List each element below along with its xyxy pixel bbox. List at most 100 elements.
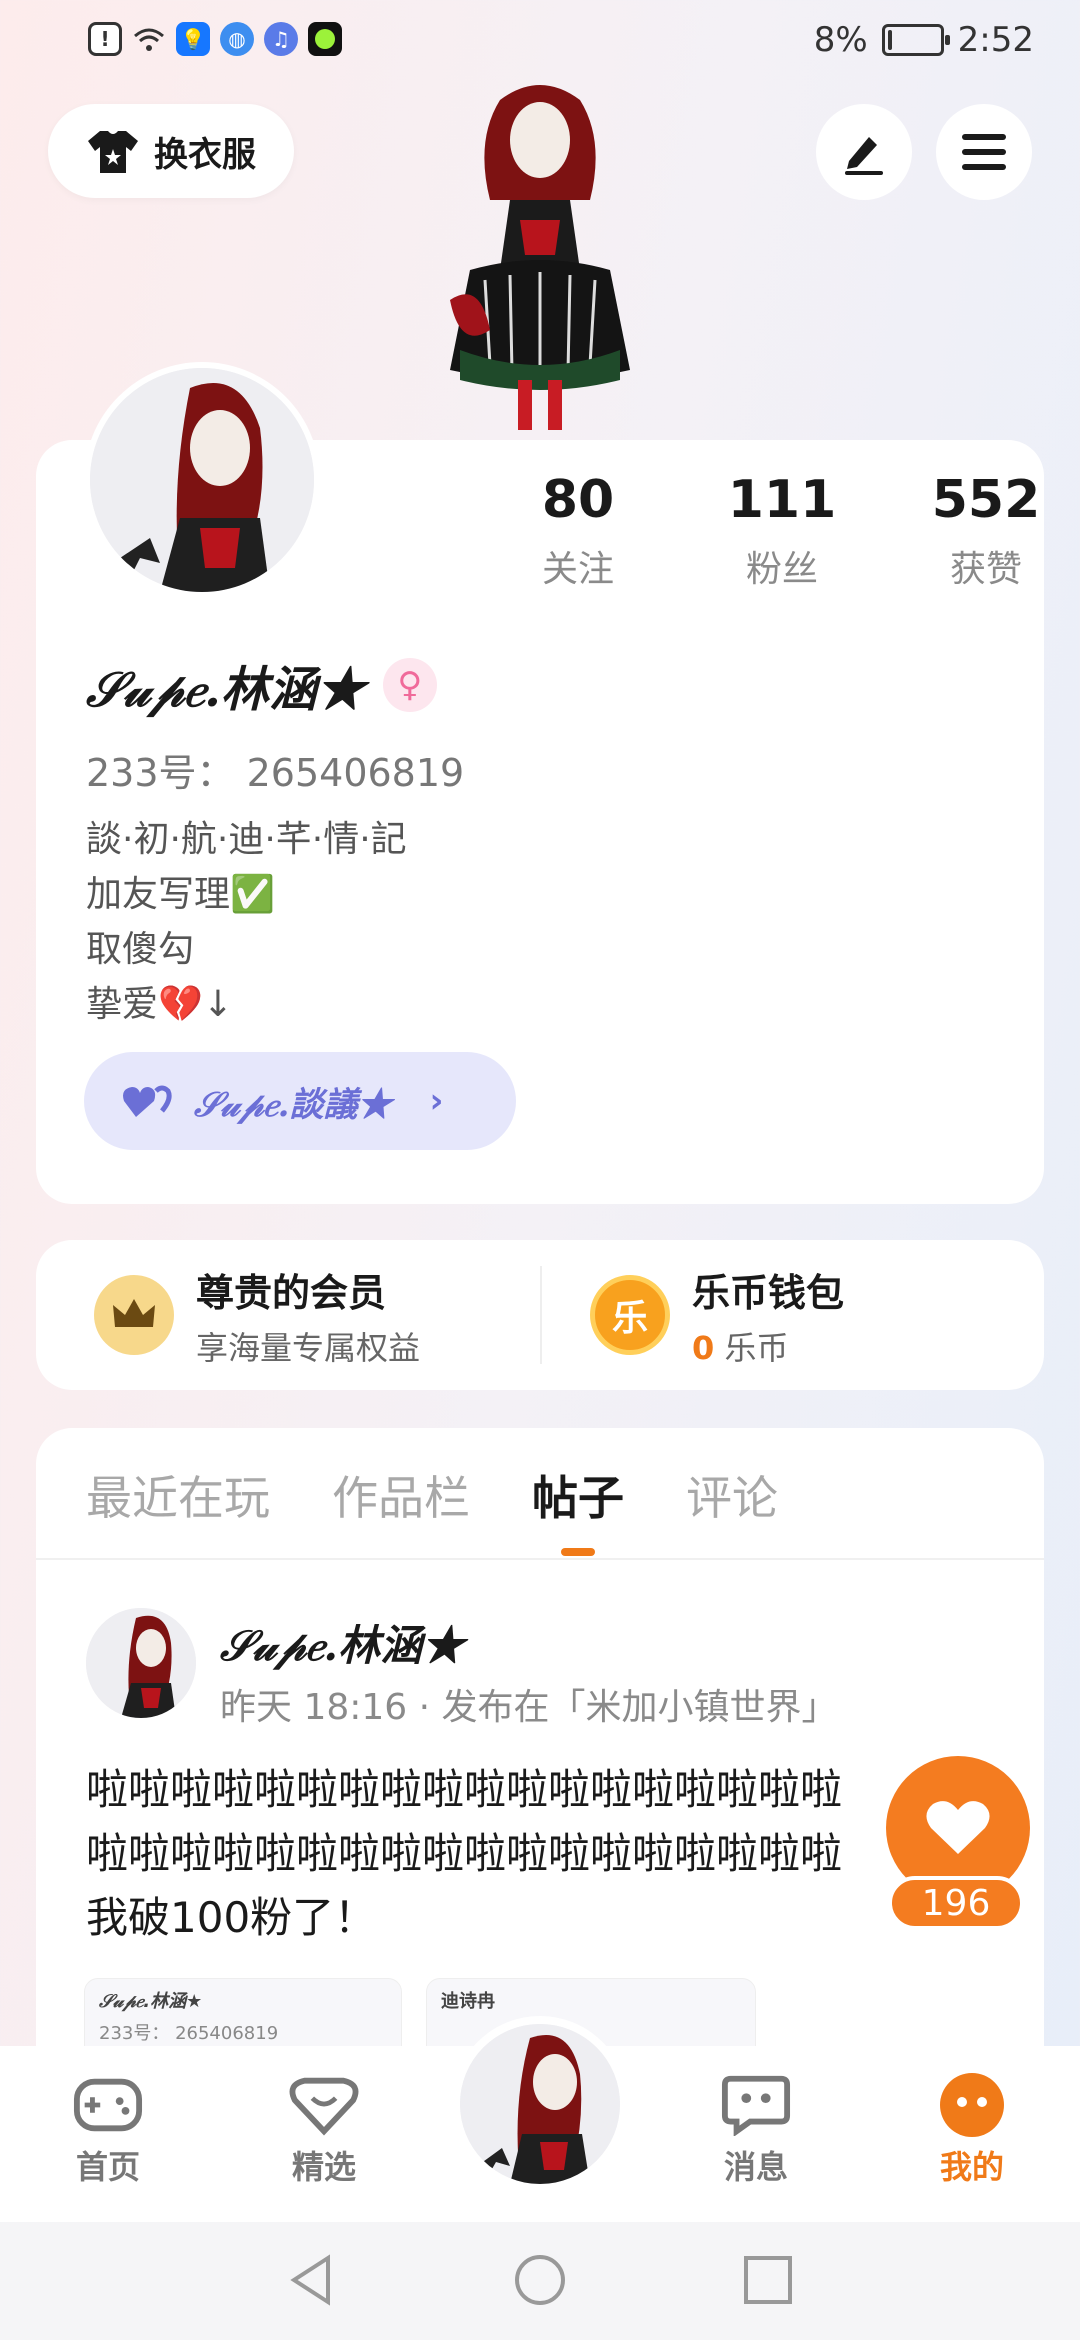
alert-icon: ! [88, 22, 122, 56]
nav-label: 我的 [939, 2148, 1004, 2186]
active-tab-indicator [561, 1548, 595, 1556]
nav-featured[interactable]: 精选 [254, 2074, 394, 2188]
nav-label: 消息 [723, 2148, 788, 2186]
menu-button[interactable] [936, 104, 1032, 200]
wallet-title: 乐币钱包 [692, 1270, 845, 1315]
relationship-tag-label: 𝒮𝓊𝓅𝑒.談議★ [194, 1084, 392, 1125]
divider [540, 1266, 542, 1364]
bulb-app-icon: 💡 [176, 22, 210, 56]
avatar-portrait-image [86, 1608, 196, 1718]
gamepad-icon [73, 2074, 143, 2136]
back-icon[interactable] [284, 2252, 340, 2308]
hamburger-icon [962, 134, 1006, 170]
like-count: 196 [888, 1876, 1024, 1930]
username-row: 𝒮𝓊𝓅𝑒.林涵★ ♀ [86, 650, 437, 720]
coin-icon-text: 乐 [611, 1298, 648, 1339]
vip-member-entry[interactable]: 尊贵的会员 享海量专属权益 [94, 1240, 420, 1390]
face-icon [937, 2073, 1007, 2137]
avatar-character-figure[interactable] [430, 80, 650, 440]
thumbnail-text: 迪诗冉 [441, 1991, 495, 2012]
vip-subtitle: 享海量专属权益 [196, 1328, 421, 1367]
nav-me[interactable]: 我的 [902, 2073, 1042, 2188]
profile-tabs: 最近在玩 作品栏 帖子 评论 [86, 1462, 778, 1556]
post-line: 啦啦啦啦啦啦啦啦啦啦啦啦啦啦啦啦啦啦 [86, 1765, 843, 1814]
avatar-portrait-image [90, 368, 314, 592]
bio: 談·初·航·迪·芊·情·記 加友写理✅ 取傻勾 挚爱💔↓ [86, 812, 407, 1032]
post-author-name[interactable]: 𝒮𝓊𝓅𝑒.林涵★ [220, 1612, 464, 1673]
recents-icon[interactable] [740, 2252, 796, 2308]
status-right: 8% 2:52 [814, 20, 1034, 60]
vip-title: 尊贵的会员 [196, 1270, 387, 1315]
wallet-entry[interactable]: 乐 乐币钱包 0 乐币 [590, 1240, 844, 1390]
tab-works[interactable]: 作品栏 [332, 1462, 470, 1528]
tab-label: 评论 [686, 1471, 778, 1525]
bio-line: 加友写理✅ [86, 874, 275, 915]
nav-messages[interactable]: 消息 [686, 2074, 826, 2188]
divider [36, 1558, 1044, 1560]
bio-line: 取傻勾 [86, 929, 195, 970]
member-wallet-card: 尊贵的会员 享海量专属权益 乐 乐币钱包 0 乐币 [36, 1240, 1044, 1390]
username: 𝒮𝓊𝓅𝑒.林涵★ [86, 662, 365, 718]
stat-value: 552 [931, 470, 1041, 530]
thumbnail-text: 𝒮𝓊𝓅𝑒.林涵★ [99, 1991, 203, 2012]
nav-label: 首页 [75, 2148, 140, 2186]
stat-likes[interactable]: 552 获赞 [884, 470, 1080, 592]
globe-app-icon: ◍ [220, 22, 254, 56]
crown-icon [94, 1275, 174, 1355]
stat-label: 关注 [541, 549, 614, 590]
nav-home[interactable]: 首页 [38, 2074, 178, 2188]
female-gender-icon: ♀ [382, 658, 437, 712]
thumbnail-text: 233号： 265406819 [99, 2023, 279, 2044]
profile-avatar[interactable] [84, 362, 320, 598]
wifi-icon [132, 22, 166, 56]
battery-percent: 8% [813, 20, 868, 60]
music-app-icon: ♫ [264, 22, 298, 56]
stat-following[interactable]: 80 关注 [476, 470, 680, 592]
stat-value: 111 [727, 470, 837, 530]
heart-chat-icon [289, 2074, 359, 2136]
tab-label: 作品栏 [332, 1471, 470, 1525]
post-line: 啦啦啦啦啦啦啦啦啦啦啦啦啦啦啦啦啦啦 [86, 1829, 843, 1878]
tab-recently-played[interactable]: 最近在玩 [86, 1462, 270, 1528]
relationship-tag-button[interactable]: 𝒮𝓊𝓅𝑒.談議★ › [84, 1052, 516, 1150]
post-content[interactable]: 啦啦啦啦啦啦啦啦啦啦啦啦啦啦啦啦啦啦 啦啦啦啦啦啦啦啦啦啦啦啦啦啦啦啦啦啦 我破… [86, 1758, 946, 1950]
battery-level [887, 30, 892, 50]
pen-icon [845, 137, 883, 175]
battery-icon [881, 24, 950, 56]
green-app-icon [308, 22, 342, 56]
status-bar: ! 💡 ◍ ♫ 8% 2:52 [0, 0, 1080, 84]
tab-label: 帖子 [532, 1471, 624, 1525]
post-meta: 昨天 18:16 · 发布在「米加小镇世界」 [220, 1687, 838, 1728]
coin-value: 0 [692, 1328, 715, 1367]
profile-stats: 80 关注 111 粉丝 552 获赞 [476, 470, 1080, 592]
bio-line: 談·初·航·迪·芊·情·記 [86, 819, 407, 860]
stat-value: 80 [541, 470, 615, 530]
nav-label: 精选 [291, 2148, 356, 2186]
double-heart-icon [123, 1085, 172, 1117]
coin-unit: 乐币 [724, 1328, 789, 1367]
clock: 2:52 [957, 20, 1034, 60]
system-nav-bar [0, 2222, 1080, 2340]
change-outfit-label: 换衣服 [154, 134, 256, 175]
coin-icon: 乐 [590, 1275, 670, 1355]
tab-posts[interactable]: 帖子 [532, 1462, 624, 1556]
tab-label: 最近在玩 [86, 1471, 270, 1525]
heart-icon [926, 1801, 990, 1854]
post-line: 我破100粉了！ [86, 1893, 377, 1942]
tab-comments[interactable]: 评论 [686, 1462, 778, 1528]
avatar-center-button[interactable] [452, 2016, 628, 2192]
change-outfit-button[interactable]: 换衣服 [48, 104, 294, 198]
wallet-balance: 0 乐币 [692, 1323, 844, 1369]
post-author-avatar[interactable] [86, 1608, 196, 1718]
stat-label: 获赞 [949, 549, 1022, 590]
avatar-portrait-image [460, 2024, 620, 2184]
stat-label: 粉丝 [745, 549, 818, 590]
status-icons: ! 💡 ◍ ♫ [88, 22, 342, 56]
home-icon[interactable] [512, 2252, 568, 2308]
stat-followers[interactable]: 111 粉丝 [680, 470, 884, 592]
edit-profile-button[interactable] [816, 104, 912, 200]
chevron-right-icon: › [429, 1081, 444, 1121]
user-id: 233号： 265406819 [86, 751, 465, 795]
bio-line: 挚爱💔↓ [86, 984, 233, 1025]
shirt-icon [88, 131, 138, 173]
